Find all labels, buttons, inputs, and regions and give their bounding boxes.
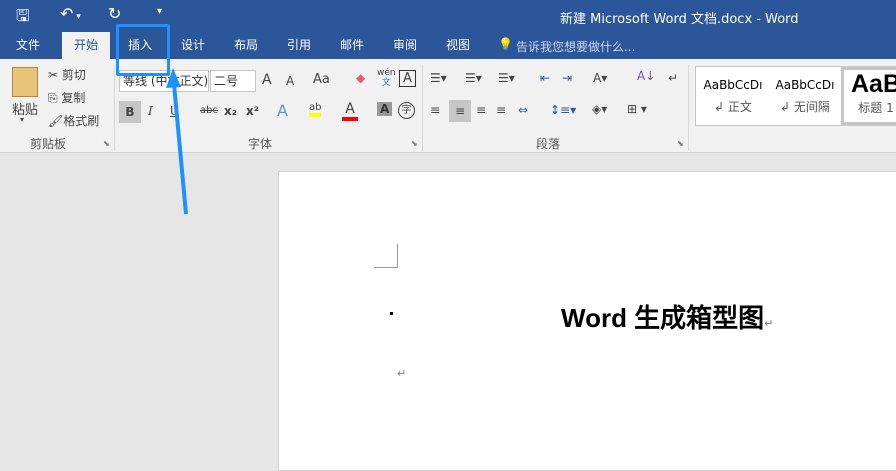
arrow-shaft xyxy=(172,83,188,215)
annotation-arrow xyxy=(166,68,188,215)
